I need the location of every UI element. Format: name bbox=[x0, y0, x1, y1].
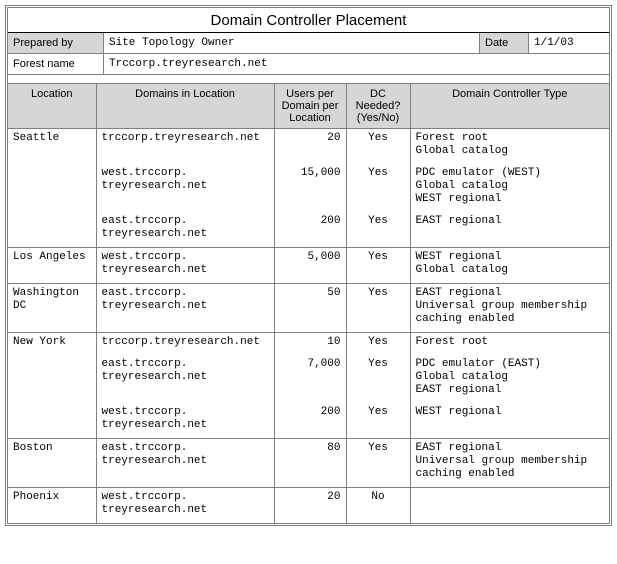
table-row: Washington DCeast.trccorp. treyresearch.… bbox=[8, 284, 609, 333]
cell-dctype: PDC emulator (WEST)Global catalogWEST re… bbox=[410, 164, 609, 212]
cell-users: 5,000 bbox=[274, 248, 346, 284]
cell-users: 200 bbox=[274, 212, 346, 248]
cell-location bbox=[8, 403, 96, 439]
cell-location: Washington DC bbox=[8, 284, 96, 333]
table-row: west.trccorp. treyresearch.net15,000YesP… bbox=[8, 164, 609, 212]
table-row: New Yorktrccorp.treyresearch.net10Yes For… bbox=[8, 333, 609, 356]
cell-location: Seattle bbox=[8, 129, 96, 165]
cell-needed: Yes bbox=[346, 355, 410, 403]
cell-dctype: PDC emulator (EAST)Global catalogEAST re… bbox=[410, 355, 609, 403]
table-row: west.trccorp. treyresearch.net200Yes WEST… bbox=[8, 403, 609, 439]
forest-label: Forest name bbox=[8, 54, 104, 75]
dctype-line: EAST regional bbox=[416, 215, 605, 228]
table-row: east.trccorp. treyresearch.net200Yes EAST… bbox=[8, 212, 609, 248]
cell-domain: east.trccorp. treyresearch.net bbox=[96, 212, 274, 248]
cell-users: 20 bbox=[274, 488, 346, 524]
cell-users: 10 bbox=[274, 333, 346, 356]
cell-domain: east.trccorp. treyresearch.net bbox=[96, 439, 274, 488]
cell-location: Boston bbox=[8, 439, 96, 488]
cell-users: 200 bbox=[274, 403, 346, 439]
table-row: Phoenixwest.trccorp. treyresearch.net20N… bbox=[8, 488, 609, 524]
cell-needed: Yes bbox=[346, 248, 410, 284]
cell-dctype: EAST regionalUniversal group membership … bbox=[410, 284, 609, 333]
cell-location bbox=[8, 164, 96, 212]
forest-value: Trccorp.treyresearch.net bbox=[104, 54, 610, 75]
dctype-line: Forest root bbox=[416, 132, 605, 145]
table-row: east.trccorp. treyresearch.net7,000YesPD… bbox=[8, 355, 609, 403]
date-value: 1/1/03 bbox=[529, 33, 610, 54]
cell-location: New York bbox=[8, 333, 96, 356]
dctype-line: Global catalog bbox=[416, 145, 605, 158]
page-title: Domain Controller Placement bbox=[8, 8, 609, 33]
dctype-line: EAST regional bbox=[416, 442, 605, 455]
cell-domain: east.trccorp. treyresearch.net bbox=[96, 284, 274, 333]
cell-domain: trccorp.treyresearch.net bbox=[96, 333, 274, 356]
cell-domain: west.trccorp. treyresearch.net bbox=[96, 248, 274, 284]
dctype-line: WEST regional bbox=[416, 406, 605, 419]
cell-dctype: WEST regional bbox=[410, 403, 609, 439]
table-row: Bostoneast.trccorp. treyresearch.net80Ye… bbox=[8, 439, 609, 488]
dctype-line: EAST regional bbox=[416, 287, 605, 300]
col-needed: DC Needed? (Yes/No) bbox=[346, 84, 410, 129]
prepared-by-value: Site Topology Owner bbox=[104, 33, 480, 54]
dctype-line: EAST regional bbox=[416, 384, 605, 397]
dctype-line: WEST regional bbox=[416, 251, 605, 264]
cell-location bbox=[8, 355, 96, 403]
dctype-line: Forest root bbox=[416, 336, 605, 349]
dctype-line: PDC emulator (EAST) bbox=[416, 358, 605, 371]
col-users: Users per Domain per Location bbox=[274, 84, 346, 129]
dctype-line: WEST regional bbox=[416, 193, 605, 206]
cell-domain: trccorp.treyresearch.net bbox=[96, 129, 274, 165]
prepared-by-label: Prepared by bbox=[8, 33, 104, 54]
document-frame: Domain Controller Placement Prepared by … bbox=[5, 5, 612, 526]
cell-needed: Yes bbox=[346, 164, 410, 212]
cell-users: 15,000 bbox=[274, 164, 346, 212]
cell-users: 20 bbox=[274, 129, 346, 165]
dctype-line: Universal group membership caching enabl… bbox=[416, 300, 605, 326]
cell-dctype: Forest root bbox=[410, 333, 609, 356]
cell-needed: Yes bbox=[346, 439, 410, 488]
cell-domain: west.trccorp. treyresearch.net bbox=[96, 164, 274, 212]
cell-dctype: WEST regionalGlobal catalog bbox=[410, 248, 609, 284]
dctype-line: Global catalog bbox=[416, 264, 605, 277]
cell-location bbox=[8, 212, 96, 248]
table-row: Seattletrccorp.treyresearch.net20YesFore… bbox=[8, 129, 609, 165]
cell-needed: Yes bbox=[346, 403, 410, 439]
cell-domain: east.trccorp. treyresearch.net bbox=[96, 355, 274, 403]
cell-needed: Yes bbox=[346, 333, 410, 356]
cell-needed: Yes bbox=[346, 284, 410, 333]
col-dctype: Domain Controller Type bbox=[410, 84, 609, 129]
cell-needed: Yes bbox=[346, 212, 410, 248]
cell-users: 80 bbox=[274, 439, 346, 488]
placement-table: Location Domains in Location Users per D… bbox=[8, 83, 609, 523]
cell-needed: Yes bbox=[346, 129, 410, 165]
cell-dctype: EAST regional bbox=[410, 212, 609, 248]
table-header-row: Location Domains in Location Users per D… bbox=[8, 84, 609, 129]
cell-location: Los Angeles bbox=[8, 248, 96, 284]
col-domains: Domains in Location bbox=[96, 84, 274, 129]
meta-table: Prepared by Site Topology Owner Date 1/1… bbox=[8, 33, 609, 75]
dctype-line: Global catalog bbox=[416, 371, 605, 384]
dctype-line: Global catalog bbox=[416, 180, 605, 193]
cell-dctype bbox=[410, 488, 609, 524]
cell-domain: west.trccorp. treyresearch.net bbox=[96, 488, 274, 524]
cell-needed: No bbox=[346, 488, 410, 524]
cell-users: 50 bbox=[274, 284, 346, 333]
cell-dctype: Forest rootGlobal catalog bbox=[410, 129, 609, 165]
table-row: Los Angeleswest.trccorp. treyresearch.ne… bbox=[8, 248, 609, 284]
dctype-line: Universal group membership caching enabl… bbox=[416, 455, 605, 481]
col-location: Location bbox=[8, 84, 96, 129]
cell-dctype: EAST regionalUniversal group membership … bbox=[410, 439, 609, 488]
cell-location: Phoenix bbox=[8, 488, 96, 524]
dctype-line: PDC emulator (WEST) bbox=[416, 167, 605, 180]
cell-users: 7,000 bbox=[274, 355, 346, 403]
date-label: Date bbox=[480, 33, 529, 54]
cell-domain: west.trccorp. treyresearch.net bbox=[96, 403, 274, 439]
